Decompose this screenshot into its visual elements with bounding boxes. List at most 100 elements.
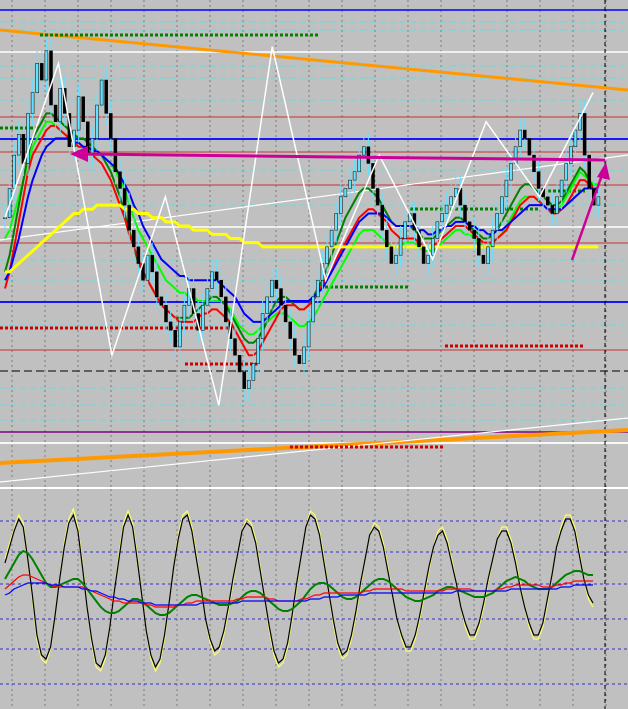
candle-body [325,246,329,264]
candle-body [178,321,182,348]
candle-body [472,229,476,239]
candle-body [3,217,7,219]
candle-body [463,204,467,223]
candle-body [504,179,509,198]
candle-body [555,196,559,214]
candle-body [214,271,219,281]
candle-body [30,92,35,114]
candle-body [251,363,256,381]
candle-body [132,229,136,248]
candle-body [477,238,481,256]
candle-body [564,163,568,181]
candle-body [380,204,384,231]
trendline-orange-bottom [0,428,628,465]
candle-body [426,254,430,264]
candle-body [311,296,315,323]
candle-body [12,154,16,189]
candle-body [224,296,228,323]
candle-body [210,271,214,289]
candle-body [270,279,274,298]
candle-body [523,129,527,139]
candle-body [58,88,62,122]
candle-body [481,254,486,264]
candle-body [219,279,223,298]
candle-body [182,304,187,323]
candle-body [366,146,371,164]
candle-body [490,229,495,248]
candle-body [256,338,260,364]
candle-body [385,229,389,248]
oscillator-chart-svg [0,489,628,709]
candle-body [104,79,108,114]
candle-body [265,296,269,314]
oscillator-chart-panel[interactable] [0,489,628,709]
price-chart-panel[interactable] [0,0,628,487]
candle-body [242,371,246,389]
candle-body [53,104,58,122]
candle-body [306,321,311,348]
candle-body [467,221,472,231]
candle-body [444,204,449,214]
candle-body [293,338,297,356]
candle-body [109,113,113,139]
candle-body [155,271,159,298]
candle-body [279,288,283,306]
candle-body [247,380,251,389]
candle-body [334,213,338,231]
ma-line [5,203,599,274]
candle-body [164,304,168,323]
candle-body [394,254,398,264]
candle-body [122,188,127,206]
candle-body [302,346,306,364]
price-grid [0,0,628,487]
candle-body [486,246,490,264]
price-chart-svg [0,0,628,487]
candle-body [145,254,150,281]
candle-body [40,63,44,81]
candle-body [17,134,21,156]
candle-body [343,188,348,198]
candle-body [316,279,320,298]
candle-body [339,196,343,214]
trendline-orange-top [0,28,628,92]
candle-body [201,304,205,331]
candle-body [49,50,53,106]
candle-body [518,129,522,148]
candle-body [237,355,242,373]
candle-body [205,288,210,306]
candle-body [375,188,380,206]
projection-arrow-horizontal [79,152,606,162]
candle-body [389,246,394,264]
candle-body [159,296,164,306]
candle-body [127,204,131,231]
candle-body [596,196,601,206]
candle-body [527,138,532,156]
candle-body [582,113,587,156]
candle-body [348,179,352,189]
candle-body [532,154,536,173]
candle-body [150,254,154,273]
candle-body [435,221,440,239]
candle-body [559,179,564,198]
osc-line [4,549,593,616]
candle-body [495,213,499,231]
candle-body [283,304,288,323]
candle-body [118,171,122,189]
candle-body [95,104,99,139]
candle-body [173,329,177,348]
projection-arrowhead-up [597,162,610,180]
trendline-white-lower [0,417,628,483]
candle-body [329,229,334,248]
candle-body [274,279,279,289]
candle-body [35,63,39,93]
candle-body [352,171,357,181]
candle-body [90,138,95,156]
candle-body [21,134,26,164]
candle-body [431,238,435,256]
candle-body [550,204,555,214]
candle-body [509,163,513,181]
candle-body [573,129,578,148]
candle-body [233,338,237,356]
candle-body [44,50,49,81]
candle-body [260,313,265,339]
